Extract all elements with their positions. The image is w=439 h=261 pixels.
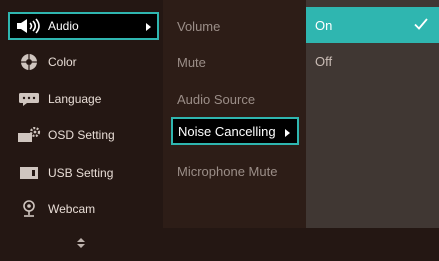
- main-menu-item-webcam[interactable]: Webcam: [8, 195, 159, 223]
- main-menu-item-color[interactable]: Color: [8, 48, 159, 76]
- option-off[interactable]: Off: [306, 43, 439, 79]
- submenu-item-mute[interactable]: Mute: [171, 48, 299, 76]
- main-menu-item-audio[interactable]: Audio: [8, 12, 159, 40]
- main-menu: Audio Color Language OSD Setting USB Set…: [0, 0, 163, 261]
- up-down-arrows-icon[interactable]: [75, 236, 87, 250]
- option-label: On: [315, 17, 333, 33]
- submenu-footer: [163, 228, 306, 261]
- osd-menu: Audio Color Language OSD Setting USB Set…: [0, 0, 439, 261]
- submenu-arrow-icon: [285, 129, 290, 137]
- usb-icon: [16, 164, 42, 182]
- checkmark-icon: [413, 16, 429, 32]
- color-wheel-icon: [16, 53, 42, 71]
- submenu-item-audio-source[interactable]: Audio Source: [171, 85, 299, 113]
- main-menu-item-label: Color: [48, 55, 77, 69]
- osd-setting-icon: [16, 126, 42, 144]
- submenu-arrow-icon: [146, 23, 151, 31]
- main-menu-item-label: Language: [48, 92, 102, 106]
- option-on[interactable]: On: [306, 7, 439, 43]
- language-icon: [16, 90, 42, 108]
- main-menu-item-usb-setting[interactable]: USB Setting: [8, 159, 159, 187]
- main-menu-item-label: USB Setting: [48, 166, 114, 180]
- audio-submenu: Volume Mute Audio Source Noise Cancellin…: [163, 0, 306, 261]
- main-menu-item-label: Audio: [48, 19, 79, 33]
- speaker-icon: [16, 17, 42, 35]
- options-footer: [306, 228, 439, 261]
- main-menu-item-osd-setting[interactable]: OSD Setting: [8, 121, 159, 149]
- main-menu-item-label: Webcam: [48, 202, 96, 216]
- options-list: On Off: [306, 0, 439, 228]
- webcam-icon: [16, 200, 42, 218]
- main-menu-item-language[interactable]: Language: [8, 85, 159, 113]
- option-label: Off: [315, 53, 333, 69]
- main-menu-item-label: OSD Setting: [48, 128, 115, 142]
- submenu-item-volume[interactable]: Volume: [171, 12, 299, 40]
- submenu-item-noise-cancelling[interactable]: Noise Cancelling: [171, 117, 299, 145]
- submenu-item-microphone-mute[interactable]: Microphone Mute: [171, 157, 299, 185]
- submenu-item-label: Noise Cancelling: [178, 123, 276, 139]
- options-panel: On Off: [306, 0, 439, 261]
